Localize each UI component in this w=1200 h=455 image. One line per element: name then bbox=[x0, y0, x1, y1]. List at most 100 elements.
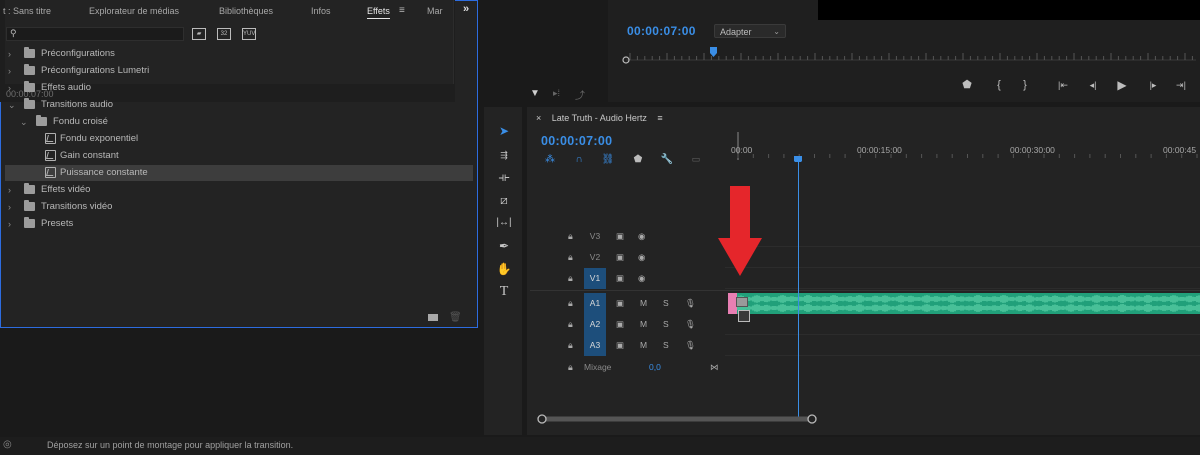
chevron-right-icon[interactable]: › bbox=[8, 216, 11, 232]
sync-lock-icon[interactable]: ▣ bbox=[616, 252, 624, 263]
settings-wrench-icon[interactable]: 🔧 bbox=[660, 153, 674, 166]
program-timecode[interactable]: 00:00:07:00 bbox=[627, 24, 696, 38]
chevron-right-icon[interactable]: › bbox=[8, 46, 11, 62]
mark-in-icon[interactable]: { bbox=[992, 78, 1006, 92]
lock-icon[interactable]: 🔒︎ bbox=[568, 252, 573, 263]
chevron-down-icon[interactable]: ⌄ bbox=[8, 97, 16, 113]
eye-icon[interactable]: ◉ bbox=[638, 273, 645, 284]
tab-media-browser[interactable]: Explorateur de médias bbox=[89, 6, 179, 16]
mute-button[interactable]: M bbox=[640, 340, 647, 350]
slip-tool-icon[interactable]: |↔| bbox=[496, 215, 512, 231]
mix-value[interactable]: 0,0 bbox=[649, 362, 661, 372]
lock-icon[interactable]: 🔒︎ bbox=[568, 340, 573, 351]
mute-button[interactable]: M bbox=[640, 298, 647, 308]
32bit-effects-icon[interactable]: 32 bbox=[217, 28, 231, 40]
tab-sans-titre[interactable]: t : Sans titre bbox=[3, 6, 51, 16]
selection-tool-icon[interactable]: ➤ bbox=[496, 123, 512, 139]
solo-button[interactable]: S bbox=[663, 340, 669, 350]
tree-folder-item[interactable]: ⌄ Fondu croisé bbox=[5, 114, 473, 130]
tab-libraries[interactable]: Bibliothèques bbox=[219, 6, 273, 16]
tree-effect-item[interactable]: Fondu exponentiel bbox=[5, 131, 473, 147]
close-icon[interactable]: × bbox=[536, 113, 541, 123]
lock-icon[interactable]: 🔒︎ bbox=[568, 298, 573, 309]
lock-icon[interactable]: 🔒︎ bbox=[568, 319, 573, 330]
lock-icon[interactable]: 🔒︎ bbox=[568, 231, 573, 242]
tree-effect-item[interactable]: Gain constant bbox=[5, 148, 473, 164]
chevron-right-icon[interactable]: › bbox=[8, 80, 11, 96]
panel-overflow-icon[interactable]: » bbox=[463, 3, 469, 15]
track-name-v3[interactable]: V3 bbox=[584, 226, 606, 247]
panel-menu-icon[interactable]: ≡ bbox=[399, 5, 405, 16]
playhead-line[interactable] bbox=[798, 159, 799, 417]
sync-lock-icon[interactable]: ▣ bbox=[616, 319, 624, 330]
tree-folder-item[interactable]: › Effets audio bbox=[5, 80, 473, 96]
tree-effect-item[interactable]: Puissance constante bbox=[5, 165, 473, 181]
tree-folder-item[interactable]: › Presets bbox=[5, 216, 473, 232]
track-name-v1[interactable]: V1 bbox=[584, 268, 606, 289]
play-icon[interactable]: ▶ bbox=[1115, 78, 1129, 92]
tree-folder-item[interactable]: ⌄ Transitions audio bbox=[5, 97, 473, 113]
track-name-a1[interactable]: A1 bbox=[584, 293, 606, 314]
type-tool-icon[interactable]: T bbox=[496, 284, 512, 300]
tab-info[interactable]: Infos bbox=[311, 6, 331, 16]
tree-folder-item[interactable]: › Préconfigurations Lumetri bbox=[5, 63, 473, 79]
eye-icon[interactable]: ◉ bbox=[638, 231, 645, 242]
step-forward-icon[interactable]: |▸ bbox=[1146, 78, 1160, 92]
track-a2[interactable]: 🔒︎ A2 ▣ M S 🎙︎ bbox=[530, 314, 1200, 335]
bowtie-icon[interactable]: ⋈ bbox=[710, 362, 719, 373]
solo-button[interactable]: S bbox=[663, 298, 669, 308]
insert-icon[interactable]: ▸⁞ bbox=[553, 88, 560, 99]
filter-icon[interactable]: ▼ bbox=[530, 88, 540, 99]
go-to-out-icon[interactable]: ⇥| bbox=[1174, 78, 1188, 92]
trash-icon[interactable]: 🗑 bbox=[449, 312, 462, 323]
eye-icon[interactable]: ◉ bbox=[638, 252, 645, 263]
microphone-icon[interactable]: 🎙︎ bbox=[685, 298, 696, 309]
yuv-effects-icon[interactable]: YUV bbox=[242, 28, 256, 40]
microphone-icon[interactable]: 🎙︎ bbox=[685, 340, 696, 351]
go-to-in-icon[interactable]: |⇤ bbox=[1056, 78, 1070, 92]
export-frame-icon[interactable]: ⤴ bbox=[575, 87, 585, 102]
timeline-ruler[interactable] bbox=[730, 130, 1200, 162]
add-marker-icon[interactable]: ⬟ bbox=[631, 153, 645, 166]
new-bin-icon[interactable] bbox=[428, 314, 438, 321]
microphone-icon[interactable]: 🎙︎ bbox=[685, 319, 696, 330]
solo-button[interactable]: S bbox=[663, 319, 669, 329]
accelerated-effects-icon[interactable]: ▰ bbox=[192, 28, 206, 40]
snap-icon[interactable]: ∩ bbox=[572, 153, 586, 166]
fit-dropdown[interactable]: Adapter ⌄ bbox=[714, 24, 786, 38]
track-v3[interactable]: 🔒︎ V3 ▣ ◉ bbox=[530, 226, 1200, 247]
sync-lock-icon[interactable]: ▣ bbox=[616, 298, 624, 309]
tab-effects[interactable]: Effets bbox=[367, 6, 390, 19]
mark-out-icon[interactable]: } bbox=[1018, 78, 1032, 92]
ripple-edit-tool-icon[interactable]: ⟛ bbox=[496, 169, 512, 185]
sync-lock-icon[interactable]: ▣ bbox=[616, 231, 624, 242]
nest-icon[interactable]: ⁂ bbox=[543, 153, 557, 166]
timeline-timecode[interactable]: 00:00:07:00 bbox=[541, 134, 612, 148]
hand-tool-icon[interactable]: ✋ bbox=[496, 261, 512, 277]
audio-clip[interactable] bbox=[736, 293, 1200, 314]
sequence-tab[interactable]: × Late Truth - Audio Hertz ≡ bbox=[536, 113, 663, 123]
track-select-tool-icon[interactable]: ⇶ bbox=[496, 147, 512, 163]
tree-folder-item[interactable]: › Préconfigurations bbox=[5, 46, 473, 62]
chevron-right-icon[interactable]: › bbox=[8, 182, 11, 198]
razor-tool-icon[interactable]: ⧄ bbox=[496, 192, 512, 208]
eye-icon[interactable]: ◎ bbox=[3, 439, 12, 450]
lock-icon[interactable]: 🔒︎ bbox=[568, 273, 573, 284]
marker-icon[interactable]: ⬟ bbox=[960, 78, 974, 92]
tab-markers[interactable]: Mar bbox=[427, 6, 443, 16]
linked-selection-icon[interactable]: ⛓ bbox=[601, 153, 615, 166]
pen-tool-icon[interactable]: ✒ bbox=[496, 238, 512, 254]
mute-button[interactable]: M bbox=[640, 319, 647, 329]
track-name-a2[interactable]: A2 bbox=[584, 314, 606, 335]
chevron-right-icon[interactable]: › bbox=[8, 199, 11, 215]
track-a3[interactable]: 🔒︎ A3 ▣ M S 🎙︎ bbox=[530, 335, 1200, 356]
track-v1[interactable]: 🔒︎ V1 ▣ ◉ bbox=[530, 268, 1200, 289]
captions-icon[interactable]: ▭ bbox=[689, 153, 703, 166]
timeline-scrollbar[interactable] bbox=[536, 413, 821, 425]
panel-menu-icon[interactable]: ≡ bbox=[657, 113, 662, 123]
sync-lock-icon[interactable]: ▣ bbox=[616, 340, 624, 351]
tree-folder-item[interactable]: › Transitions vidéo bbox=[5, 199, 473, 215]
sync-lock-icon[interactable]: ▣ bbox=[616, 273, 624, 284]
track-name-a3[interactable]: A3 bbox=[584, 335, 606, 356]
lock-icon[interactable]: 🔒︎ bbox=[568, 362, 573, 373]
